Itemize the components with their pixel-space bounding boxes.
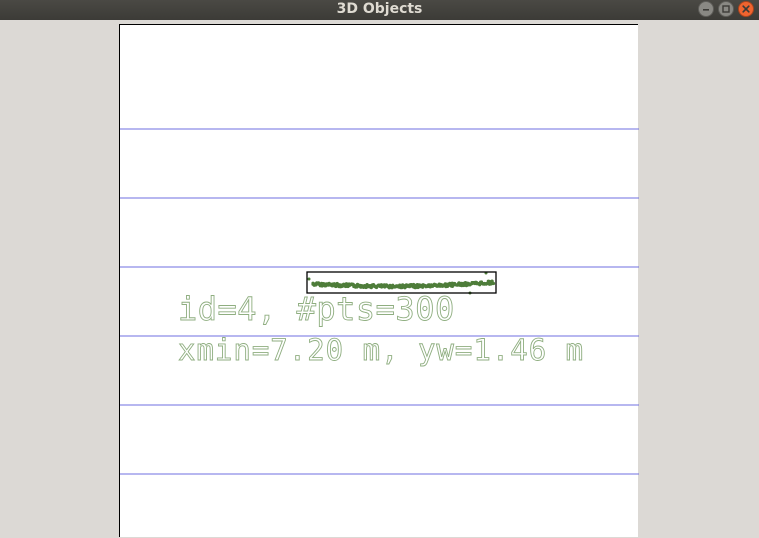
object-view-canvas[interactable]: id=4, #pts=300 xmin=7.20 m, yw=1.46 m bbox=[119, 24, 639, 537]
object-info-label: xmin=7.20 m, yw=1.46 m bbox=[178, 333, 584, 367]
app-window: 3D Objects id=4, #pts=300 xmin=7.20 m, y… bbox=[0, 0, 759, 537]
minimize-button[interactable] bbox=[698, 1, 714, 17]
close-icon bbox=[742, 5, 750, 13]
object-id-label: id=4, #pts=300 bbox=[178, 290, 455, 328]
close-button[interactable] bbox=[738, 1, 754, 17]
maximize-button[interactable] bbox=[718, 1, 734, 17]
window-titlebar[interactable]: 3D Objects bbox=[0, 0, 759, 20]
cloud-point bbox=[307, 277, 311, 281]
minimize-icon bbox=[703, 9, 709, 11]
cloud-point bbox=[490, 279, 494, 283]
maximize-icon bbox=[722, 5, 730, 13]
window-title: 3D Objects bbox=[336, 1, 423, 17]
object-view-svg: id=4, #pts=300 xmin=7.20 m, yw=1.46 m bbox=[120, 128, 639, 475]
